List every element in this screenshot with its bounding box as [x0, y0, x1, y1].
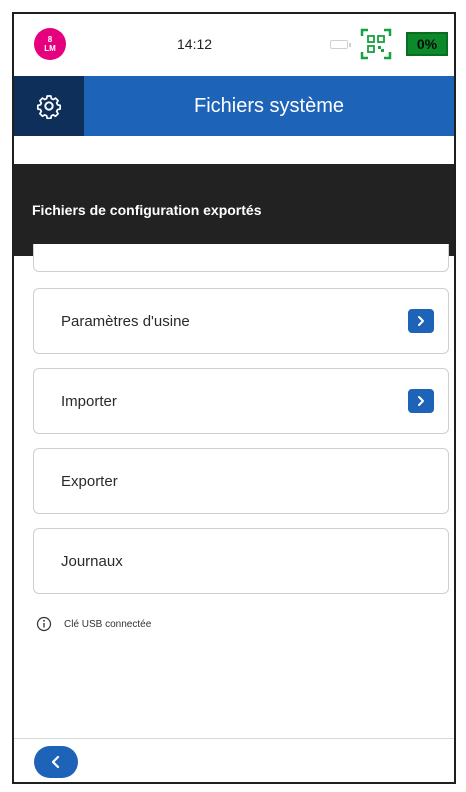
page-header: Fichiers système	[14, 76, 454, 136]
settings-button[interactable]	[14, 76, 84, 136]
chevron-right-icon	[418, 396, 424, 406]
list-item-factory-settings[interactable]: Paramètres d'usine	[33, 288, 449, 354]
info-icon	[36, 616, 52, 632]
list-item-import[interactable]: Importer	[33, 368, 449, 434]
list-item-export[interactable]: Exporter	[33, 448, 449, 514]
page-title: Fichiers système	[193, 94, 345, 117]
qr-scan-icon[interactable]	[360, 28, 392, 60]
battery-level-badge: 0%	[406, 32, 448, 56]
banner-message: Fichiers de configuration exportés	[32, 202, 262, 218]
system-files-list: Paramètres d'usine Importer Exporter Jou…	[33, 288, 449, 608]
usb-status-text: Clé USB connectée	[64, 618, 152, 630]
footer-divider	[14, 738, 454, 739]
list-item-label: Importer	[61, 392, 117, 410]
export-banner: Fichiers de configuration exportés	[14, 164, 454, 256]
partial-list-item	[33, 244, 449, 272]
avatar-initials: LM	[44, 44, 56, 53]
list-item-logs[interactable]: Journaux	[33, 528, 449, 594]
list-item-label: Exporter	[61, 472, 118, 490]
usb-status: Clé USB connectée	[36, 616, 151, 632]
user-avatar[interactable]: 8 LM	[34, 28, 66, 60]
back-button[interactable]	[34, 746, 78, 778]
avatar-top-text: 8	[47, 35, 53, 44]
clock-time: 14:12	[177, 36, 213, 52]
chevron-right-icon	[418, 316, 424, 326]
chevron-right-button[interactable]	[408, 309, 434, 333]
list-item-label: Journaux	[61, 552, 123, 570]
battery-outline-icon	[330, 40, 351, 49]
chevron-right-button[interactable]	[408, 389, 434, 413]
chevron-left-icon	[51, 755, 60, 769]
list-item-label: Paramètres d'usine	[61, 312, 190, 330]
device-screen: 8 LM 14:12 0% Fichiers système Fichiers …	[12, 12, 456, 784]
status-bar: 8 LM 14:12 0%	[14, 14, 454, 76]
gear-icon	[36, 95, 62, 119]
